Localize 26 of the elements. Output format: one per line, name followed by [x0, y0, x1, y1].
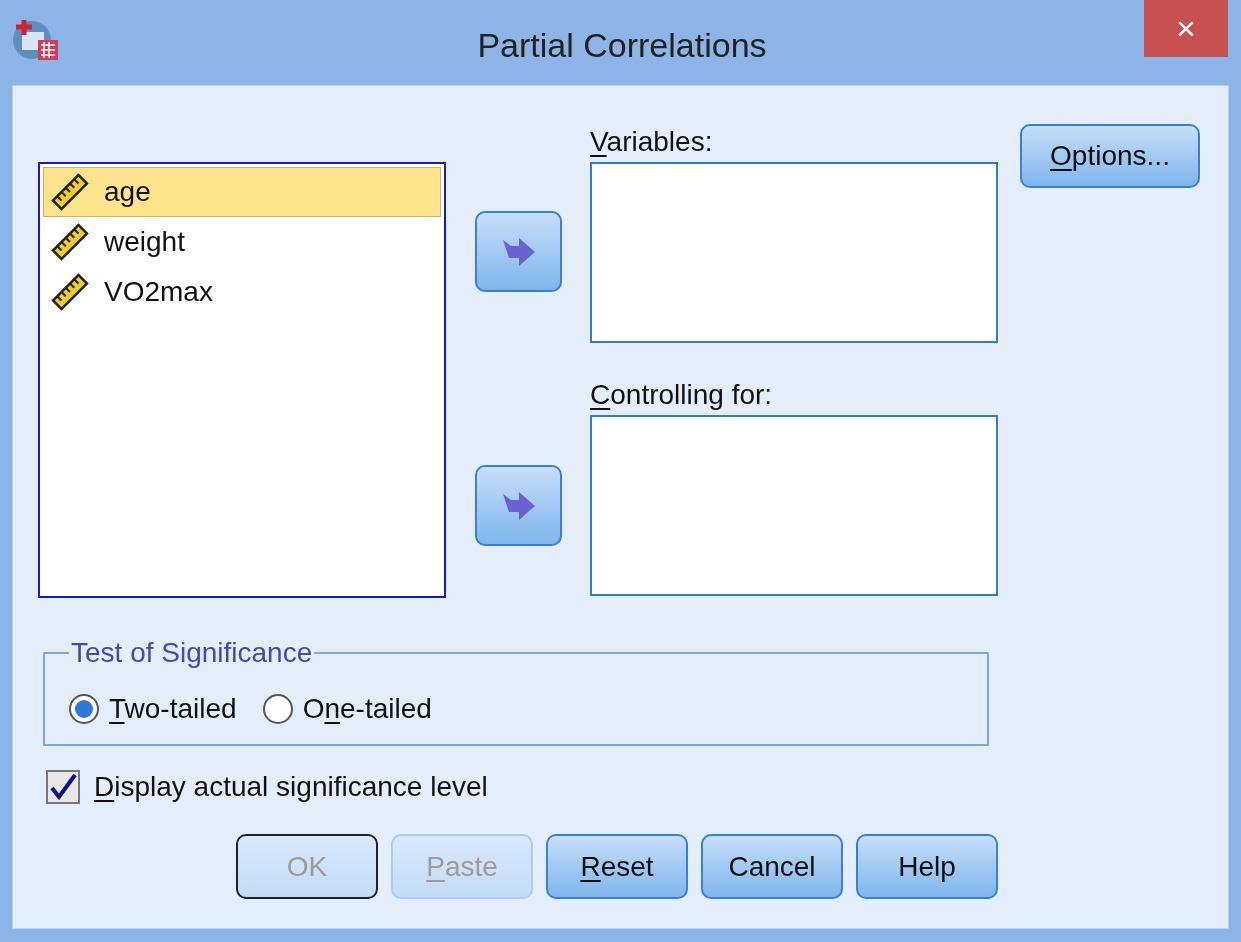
group-title: Test of Significance [70, 636, 314, 670]
move-button[interactable] [475, 465, 562, 546]
dialog-button[interactable]: Cancel [701, 834, 843, 899]
radio-button[interactable] [69, 694, 99, 724]
window-title: Partial Correlations [476, 25, 768, 66]
close-button[interactable]: × [1144, 0, 1228, 57]
variable-item[interactable]: VO2max [43, 267, 441, 317]
arrow-right-icon [500, 235, 537, 268]
radio-option[interactable]: Two-tailed [69, 688, 237, 730]
radio-option[interactable]: One-tailed [262, 688, 432, 730]
checkbox[interactable] [46, 770, 80, 804]
arrow-right-icon [500, 489, 537, 522]
variable-item[interactable]: weight [43, 217, 441, 267]
radio-button[interactable] [262, 694, 293, 724]
move-button[interactable] [475, 211, 562, 292]
dialog-button: Paste [391, 834, 533, 899]
dialog-button[interactable]: Help [856, 834, 998, 899]
app-icon [12, 18, 60, 62]
options-button[interactable]: Options... [1020, 124, 1200, 188]
dialog-button: OK [236, 834, 378, 899]
display-significance-checkbox[interactable]: Display actual significance level [46, 766, 488, 808]
target-label: Variables: [590, 125, 714, 159]
dialog-button[interactable]: Reset [546, 834, 688, 899]
target-label: Controlling for: [590, 378, 774, 412]
variable-item[interactable]: age [43, 167, 441, 217]
checkmark-icon [49, 773, 77, 801]
